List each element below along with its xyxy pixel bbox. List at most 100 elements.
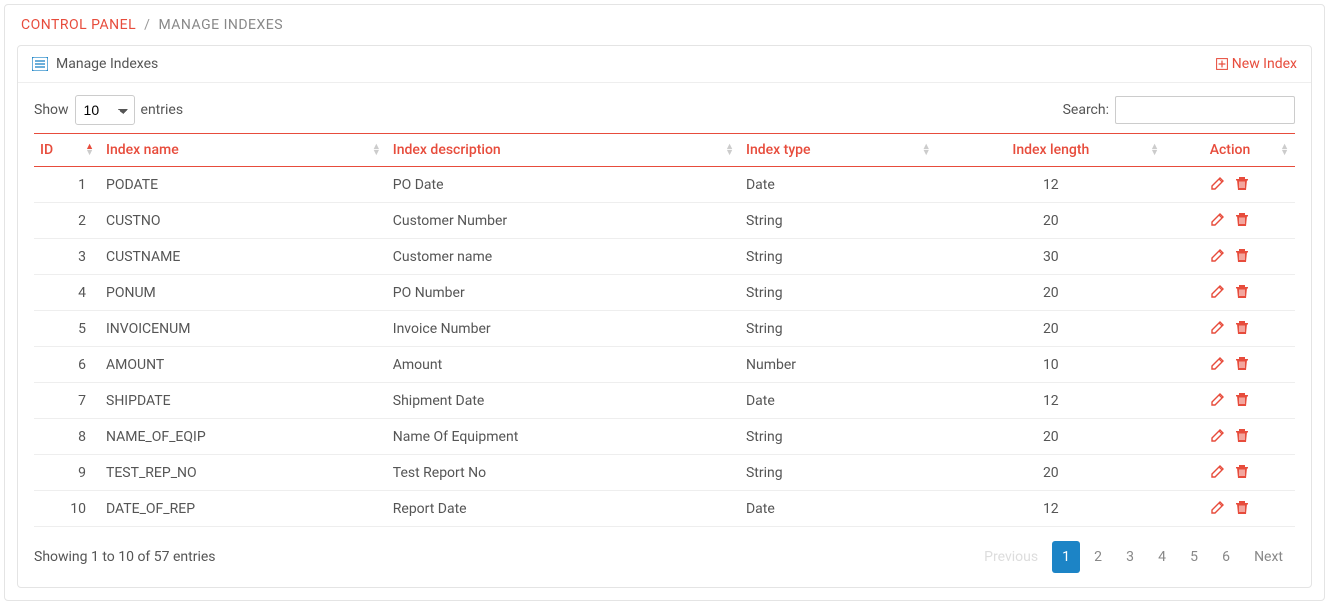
panel-header: Manage Indexes New Index <box>18 46 1311 83</box>
cell-actions <box>1165 491 1295 527</box>
edit-icon[interactable] <box>1209 462 1227 480</box>
col-action[interactable]: Action ▲▼ <box>1165 134 1295 167</box>
manage-indexes-panel: Manage Indexes New Index Show 10 <box>17 45 1312 588</box>
cell-actions <box>1165 167 1295 203</box>
page-2[interactable]: 2 <box>1084 541 1112 573</box>
cell-length: 20 <box>937 275 1165 311</box>
cell-name: PONUM <box>100 275 387 311</box>
cell-type: String <box>740 311 937 347</box>
cell-type: Number <box>740 347 937 383</box>
cell-id: 2 <box>34 203 100 239</box>
cell-actions <box>1165 275 1295 311</box>
cell-id: 4 <box>34 275 100 311</box>
table-row: 8NAME_OF_EQIPName Of EquipmentString20 <box>34 419 1295 455</box>
delete-icon[interactable] <box>1233 462 1251 480</box>
page-4[interactable]: 4 <box>1148 541 1176 573</box>
new-index-label: New Index <box>1232 56 1297 72</box>
cell-actions <box>1165 347 1295 383</box>
edit-icon[interactable] <box>1209 498 1227 516</box>
cell-type: Date <box>740 167 937 203</box>
table-footer: Showing 1 to 10 of 57 entries Previous 1… <box>18 527 1311 587</box>
page-3[interactable]: 3 <box>1116 541 1144 573</box>
cell-type: String <box>740 203 937 239</box>
page-5[interactable]: 5 <box>1180 541 1208 573</box>
panel-title: Manage Indexes <box>56 56 158 72</box>
entries-label: entries <box>141 102 184 118</box>
delete-icon[interactable] <box>1233 390 1251 408</box>
edit-icon[interactable] <box>1209 354 1227 372</box>
col-type[interactable]: Index type ▲▼ <box>740 134 937 167</box>
table-row: 2CUSTNOCustomer NumberString20 <box>34 203 1295 239</box>
page-6[interactable]: 6 <box>1212 541 1240 573</box>
entries-select[interactable]: 10 <box>75 95 135 125</box>
edit-icon[interactable] <box>1209 318 1227 336</box>
cell-name: CUSTNAME <box>100 239 387 275</box>
delete-icon[interactable] <box>1233 246 1251 264</box>
cell-id: 9 <box>34 455 100 491</box>
cell-desc: Amount <box>387 347 740 383</box>
edit-icon[interactable] <box>1209 426 1227 444</box>
cell-type: Date <box>740 491 937 527</box>
cell-length: 12 <box>937 167 1165 203</box>
cell-desc: Customer name <box>387 239 740 275</box>
edit-icon[interactable] <box>1209 246 1227 264</box>
delete-icon[interactable] <box>1233 498 1251 516</box>
cell-type: Date <box>740 383 937 419</box>
edit-icon[interactable] <box>1209 390 1227 408</box>
col-length[interactable]: Index length ▲▼ <box>937 134 1165 167</box>
pagination: Previous 123456 Next <box>972 541 1295 573</box>
cell-id: 6 <box>34 347 100 383</box>
cell-name: PODATE <box>100 167 387 203</box>
breadcrumb-control-panel[interactable]: CONTROL PANEL <box>21 17 136 33</box>
delete-icon[interactable] <box>1233 354 1251 372</box>
show-label: Show <box>34 102 69 118</box>
page-1[interactable]: 1 <box>1052 541 1080 573</box>
cell-length: 10 <box>937 347 1165 383</box>
cell-desc: Test Report No <box>387 455 740 491</box>
new-index-button[interactable]: New Index <box>1216 56 1297 72</box>
cell-actions <box>1165 203 1295 239</box>
delete-icon[interactable] <box>1233 174 1251 192</box>
cell-id: 3 <box>34 239 100 275</box>
table-info: Showing 1 to 10 of 57 entries <box>34 549 216 565</box>
sort-icon: ▲▼ <box>85 144 94 156</box>
cell-id: 7 <box>34 383 100 419</box>
cell-actions <box>1165 239 1295 275</box>
cell-length: 20 <box>937 419 1165 455</box>
cell-desc: Customer Number <box>387 203 740 239</box>
table-controls: Show 10 entries Search: <box>18 83 1311 133</box>
sort-icon: ▲▼ <box>372 144 381 156</box>
cell-id: 5 <box>34 311 100 347</box>
search-input[interactable] <box>1115 96 1295 124</box>
page-previous[interactable]: Previous <box>974 541 1048 573</box>
cell-desc: Shipment Date <box>387 383 740 419</box>
list-icon <box>32 57 48 71</box>
cell-desc: PO Date <box>387 167 740 203</box>
edit-icon[interactable] <box>1209 282 1227 300</box>
cell-name: AMOUNT <box>100 347 387 383</box>
entries-length: Show 10 entries <box>34 95 183 125</box>
cell-name: INVOICENUM <box>100 311 387 347</box>
plus-icon <box>1216 58 1228 70</box>
cell-desc: Name Of Equipment <box>387 419 740 455</box>
cell-actions <box>1165 383 1295 419</box>
col-id[interactable]: ID ▲▼ <box>34 134 100 167</box>
col-name[interactable]: Index name ▲▼ <box>100 134 387 167</box>
cell-length: 30 <box>937 239 1165 275</box>
search-label: Search: <box>1063 102 1109 118</box>
breadcrumb-page: MANAGE INDEXES <box>158 17 283 33</box>
table-row: 1PODATEPO DateDate12 <box>34 167 1295 203</box>
cell-type: String <box>740 239 937 275</box>
edit-icon[interactable] <box>1209 174 1227 192</box>
delete-icon[interactable] <box>1233 426 1251 444</box>
cell-desc: PO Number <box>387 275 740 311</box>
col-desc[interactable]: Index description ▲▼ <box>387 134 740 167</box>
delete-icon[interactable] <box>1233 210 1251 228</box>
outer-panel: CONTROL PANEL / MANAGE INDEXES Manage In… <box>4 4 1325 601</box>
delete-icon[interactable] <box>1233 318 1251 336</box>
edit-icon[interactable] <box>1209 210 1227 228</box>
page-next[interactable]: Next <box>1244 541 1293 573</box>
cell-type: String <box>740 419 937 455</box>
breadcrumb: CONTROL PANEL / MANAGE INDEXES <box>17 13 1312 33</box>
delete-icon[interactable] <box>1233 282 1251 300</box>
